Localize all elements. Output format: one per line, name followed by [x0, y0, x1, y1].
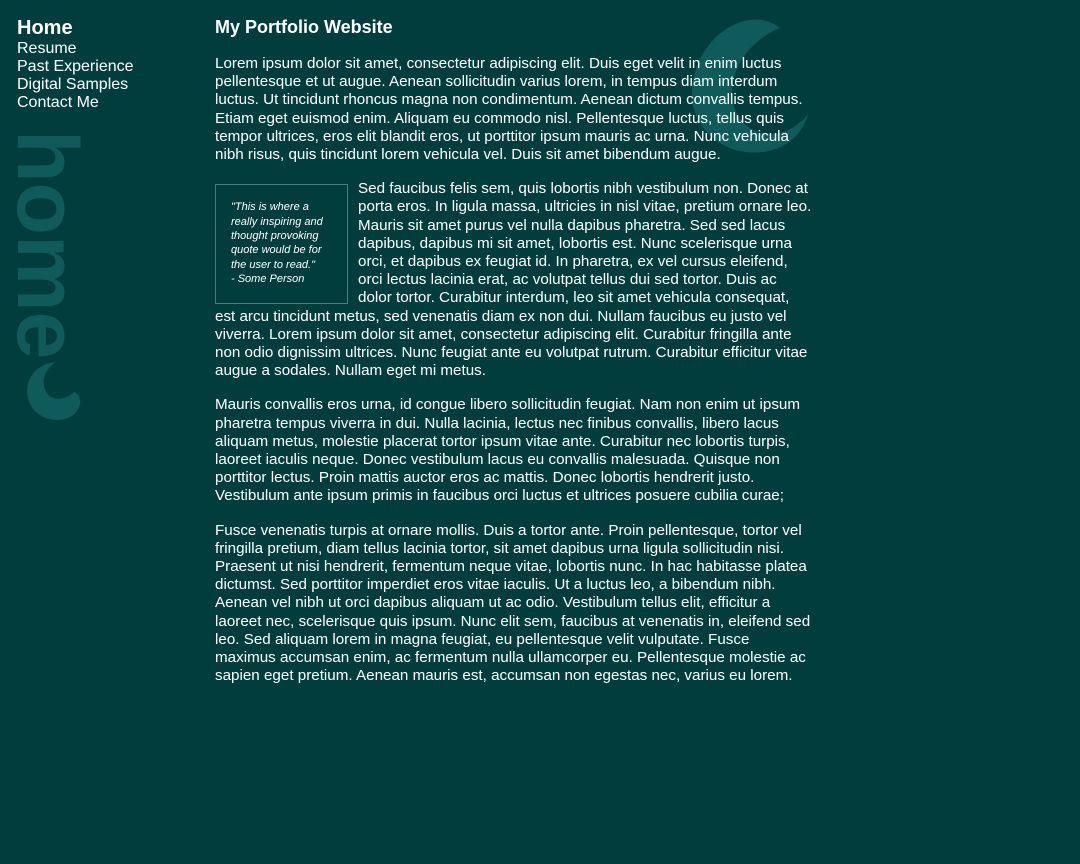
nav-item-home[interactable]: Home: [17, 16, 197, 40]
page-title: My Portfolio Website: [215, 17, 393, 37]
nav-item-past-experience[interactable]: Past Experience: [17, 58, 197, 76]
nav-item-resume[interactable]: Resume: [17, 40, 197, 58]
paragraph-4: Fusce venenatis turpis at ornare mollis.…: [215, 521, 811, 685]
nav-item-digital-samples[interactable]: Digital Samples: [17, 76, 197, 94]
main-content: My Portfolio Website Lorem ipsum dolor s…: [215, 16, 813, 702]
main-navigation: Home Resume Past Experience Digital Samp…: [17, 16, 197, 112]
paragraph-3: Mauris convallis eros urna, id congue li…: [215, 396, 801, 505]
paragraph-2: Sed faucibus felis sem, quis lobortis ni…: [215, 180, 812, 380]
nav-item-contact-me[interactable]: Contact Me: [17, 94, 197, 112]
swirl-small-icon: [27, 362, 81, 420]
home-watermark: home: [12, 130, 90, 420]
home-watermark-text: home: [12, 130, 90, 359]
paragraph-1: Lorem ipsum dolor sit amet, consectetur …: [215, 55, 803, 164]
